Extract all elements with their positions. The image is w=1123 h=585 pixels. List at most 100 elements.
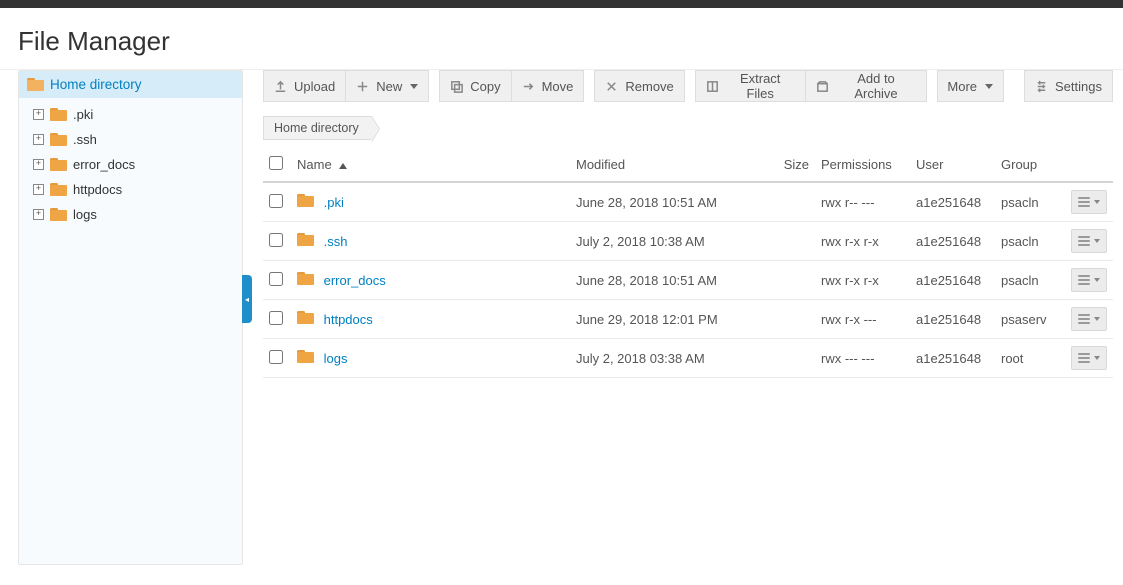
breadcrumb-home[interactable]: Home directory bbox=[263, 116, 372, 140]
row-menu-button[interactable] bbox=[1071, 190, 1107, 214]
row-checkbox[interactable] bbox=[269, 194, 283, 208]
tree-children: + .pki + .ssh + error_docs + httpdocs + bbox=[19, 98, 242, 231]
table-row[interactable]: logsJuly 2, 2018 03:38 AMrwx --- ---a1e2… bbox=[263, 339, 1113, 378]
file-name-link[interactable]: error_docs bbox=[324, 273, 386, 288]
remove-button[interactable]: Remove bbox=[594, 70, 684, 102]
expand-icon[interactable]: + bbox=[33, 209, 44, 220]
remove-label: Remove bbox=[625, 79, 673, 94]
row-menu-button[interactable] bbox=[1071, 229, 1107, 253]
column-header-group[interactable]: Group bbox=[995, 148, 1065, 182]
cell-user: a1e251648 bbox=[910, 182, 995, 222]
cell-size bbox=[760, 339, 815, 378]
column-name-label: Name bbox=[297, 157, 332, 172]
table-row[interactable]: httpdocsJune 29, 2018 12:01 PMrwx r-x --… bbox=[263, 300, 1113, 339]
tree-item-label: httpdocs bbox=[73, 182, 122, 197]
row-menu-button[interactable] bbox=[1071, 346, 1107, 370]
expand-icon[interactable]: + bbox=[33, 184, 44, 195]
extract-icon bbox=[705, 79, 720, 94]
toolbar: Upload New Copy Move bbox=[263, 70, 1113, 102]
upload-label: Upload bbox=[294, 79, 335, 94]
extract-label: Extract Files bbox=[726, 71, 795, 101]
expand-icon[interactable]: + bbox=[33, 159, 44, 170]
copy-icon bbox=[449, 79, 464, 94]
cell-permissions: rwx r-x r-x bbox=[815, 261, 910, 300]
more-button[interactable]: More bbox=[937, 70, 1004, 102]
chevron-down-icon bbox=[410, 84, 418, 89]
file-name-link[interactable]: httpdocs bbox=[324, 312, 373, 327]
chevron-down-icon bbox=[1094, 356, 1100, 360]
row-checkbox[interactable] bbox=[269, 350, 283, 364]
folder-icon bbox=[297, 311, 314, 324]
row-checkbox[interactable] bbox=[269, 272, 283, 286]
expand-icon[interactable]: + bbox=[33, 109, 44, 120]
cell-user: a1e251648 bbox=[910, 339, 995, 378]
table-row[interactable]: .pkiJune 28, 2018 10:51 AMrwx r-- ---a1e… bbox=[263, 182, 1113, 222]
tree-item-ssh[interactable]: + .ssh bbox=[19, 127, 242, 152]
tree-item-pki[interactable]: + .pki bbox=[19, 102, 242, 127]
sidebar-collapse-handle[interactable]: ◂ bbox=[242, 275, 252, 323]
extract-button[interactable]: Extract Files bbox=[695, 70, 806, 102]
column-header-name[interactable]: Name bbox=[291, 148, 570, 182]
remove-icon bbox=[604, 79, 619, 94]
column-modified-label: Modified bbox=[576, 157, 625, 172]
file-name-link[interactable]: logs bbox=[324, 351, 348, 366]
select-all-checkbox[interactable] bbox=[269, 156, 283, 170]
new-button[interactable]: New bbox=[346, 70, 429, 102]
file-name-link[interactable]: .pki bbox=[324, 195, 344, 210]
new-label: New bbox=[376, 79, 402, 94]
upload-button[interactable]: Upload bbox=[263, 70, 346, 102]
workspace: Home directory + .pki + .ssh + error_doc… bbox=[0, 69, 1123, 585]
settings-label: Settings bbox=[1055, 79, 1102, 94]
row-menu-button[interactable] bbox=[1071, 307, 1107, 331]
column-header-permissions[interactable]: Permissions bbox=[815, 148, 910, 182]
upload-icon bbox=[273, 79, 288, 94]
row-menu-button[interactable] bbox=[1071, 268, 1107, 292]
menu-icon bbox=[1078, 197, 1090, 207]
folder-icon bbox=[50, 183, 67, 196]
tree-item-logs[interactable]: + logs bbox=[19, 202, 242, 227]
tree-item-label: .ssh bbox=[73, 132, 97, 147]
column-header-modified[interactable]: Modified bbox=[570, 148, 760, 182]
row-checkbox[interactable] bbox=[269, 233, 283, 247]
archive-icon bbox=[815, 79, 830, 94]
archive-button[interactable]: Add to Archive bbox=[806, 70, 928, 102]
menu-icon bbox=[1078, 314, 1090, 324]
table-row[interactable]: error_docsJune 28, 2018 10:51 AMrwx r-x … bbox=[263, 261, 1113, 300]
folder-icon bbox=[297, 272, 314, 285]
folder-icon bbox=[50, 133, 67, 146]
more-label: More bbox=[947, 79, 977, 94]
tree-item-httpdocs[interactable]: + httpdocs bbox=[19, 177, 242, 202]
plus-icon bbox=[355, 79, 370, 94]
file-name-link[interactable]: .ssh bbox=[324, 234, 348, 249]
cell-group: psaserv bbox=[995, 300, 1065, 339]
tree-item-error-docs[interactable]: + error_docs bbox=[19, 152, 242, 177]
move-button[interactable]: Move bbox=[512, 70, 585, 102]
breadcrumb: Home directory bbox=[263, 116, 1113, 140]
archive-label: Add to Archive bbox=[836, 71, 917, 101]
table-row[interactable]: .sshJuly 2, 2018 10:38 AMrwx r-x r-xa1e2… bbox=[263, 222, 1113, 261]
tree-root-label: Home directory bbox=[50, 77, 142, 92]
settings-icon bbox=[1034, 79, 1049, 94]
move-icon bbox=[521, 79, 536, 94]
cell-permissions: rwx --- --- bbox=[815, 339, 910, 378]
menu-icon bbox=[1078, 353, 1090, 363]
cell-size bbox=[760, 300, 815, 339]
cell-permissions: rwx r-x --- bbox=[815, 300, 910, 339]
settings-button[interactable]: Settings bbox=[1024, 70, 1113, 102]
copy-button[interactable]: Copy bbox=[439, 70, 511, 102]
cell-permissions: rwx r-x r-x bbox=[815, 222, 910, 261]
cell-user: a1e251648 bbox=[910, 300, 995, 339]
expand-icon[interactable]: + bbox=[33, 134, 44, 145]
folder-icon bbox=[297, 194, 314, 207]
copy-label: Copy bbox=[470, 79, 500, 94]
column-header-size[interactable]: Size bbox=[760, 148, 815, 182]
sidebar: Home directory + .pki + .ssh + error_doc… bbox=[18, 70, 243, 565]
cell-group: psacln bbox=[995, 261, 1065, 300]
column-group-label: Group bbox=[1001, 157, 1037, 172]
chevron-down-icon bbox=[1094, 239, 1100, 243]
column-header-user[interactable]: User bbox=[910, 148, 995, 182]
chevron-down-icon bbox=[1094, 200, 1100, 204]
chevron-down-icon bbox=[1094, 278, 1100, 282]
tree-root-home[interactable]: Home directory bbox=[19, 71, 242, 98]
row-checkbox[interactable] bbox=[269, 311, 283, 325]
